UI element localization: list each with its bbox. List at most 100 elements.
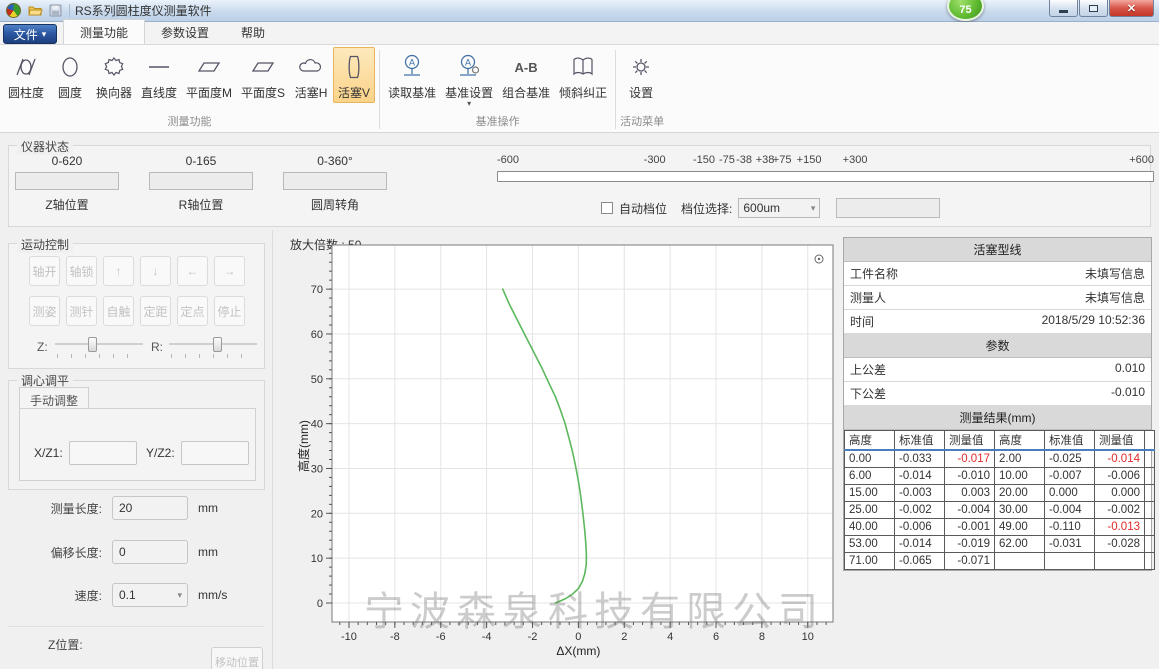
datum-settings-button[interactable]: A 基准设置 <box>441 47 497 108</box>
z-axis-status: 0-620 Z轴位置 <box>15 154 119 213</box>
svg-text:ΔX(mm): ΔX(mm) <box>556 644 600 658</box>
results-cell: 0.003 <box>945 484 995 501</box>
results-column-header: 测量值 <box>945 431 995 451</box>
motion-buttons-row1: 轴开 轴锁 ↑ ↓ ← → <box>29 256 245 286</box>
tab-parameter-settings[interactable]: 参数设置 <box>145 20 225 44</box>
yz2-label: Y/Z2: <box>146 446 175 460</box>
measure-length-label: 测量长度: <box>30 500 102 517</box>
read-datum-icon: A <box>399 50 425 84</box>
flatness-m-button[interactable]: 平面度M <box>182 47 236 103</box>
flatness-m-icon <box>195 50 223 84</box>
measure-length-row: 测量长度: mm <box>30 496 218 520</box>
restore-button[interactable] <box>1079 0 1108 17</box>
results-cell: 2.00 <box>995 450 1045 467</box>
move-up-button[interactable]: ↑ <box>103 256 134 286</box>
yz2-input[interactable] <box>181 441 249 465</box>
straightness-button[interactable]: 直线度 <box>137 47 181 103</box>
results-cell: -0.110 <box>1045 518 1095 535</box>
r-slider[interactable] <box>169 336 257 356</box>
cylindricity-button[interactable]: 圆柱度 <box>4 47 48 103</box>
close-button[interactable]: ✕ <box>1109 0 1154 17</box>
save-icon[interactable] <box>47 3 63 18</box>
window-title: RS系列圆柱度仪测量软件 <box>75 2 212 19</box>
tilt-correction-button[interactable]: 倾斜纠正 <box>555 47 611 108</box>
z-axis-position-input[interactable] <box>15 172 119 190</box>
z-slider-ticks <box>57 354 141 358</box>
lower-tolerance-value: -0.010 <box>1111 385 1145 402</box>
tab-measure-functions[interactable]: 测量功能 <box>63 19 145 44</box>
fixed-distance-button[interactable]: 定距 <box>140 296 171 326</box>
results-table-row[interactable]: 53.00-0.014-0.01962.00-0.031-0.028 <box>845 535 1155 552</box>
combined-datum-icon: A-B <box>515 50 538 84</box>
auto-gear-checkbox[interactable] <box>601 202 613 214</box>
move-right-button[interactable]: → <box>214 256 245 286</box>
motion-buttons-row2: 测姿 测针 自触 定距 定点 停止 <box>29 296 245 326</box>
read-datum-button[interactable]: A 读取基准 <box>384 47 440 108</box>
gear-value-input[interactable] <box>836 198 940 218</box>
leveling-group: 调心调平 手动调整 X/Z1: Y/Z2: <box>8 380 265 490</box>
move-down-button[interactable]: ↓ <box>140 256 171 286</box>
axis-lock-button[interactable]: 轴锁 <box>66 256 97 286</box>
open-file-icon[interactable] <box>27 3 43 18</box>
lower-tolerance-label: 下公差 <box>850 385 886 402</box>
move-position-button[interactable]: 移动位置 <box>211 647 263 669</box>
results-table-row[interactable]: 0.00-0.033-0.0172.00-0.025-0.014 <box>845 450 1155 467</box>
r-slider-thumb[interactable] <box>213 337 222 352</box>
svg-text:4: 4 <box>667 631 673 643</box>
tab-help[interactable]: 帮助 <box>225 20 281 44</box>
combined-datum-button[interactable]: A-B 组合基准 <box>498 47 554 108</box>
results-table-row[interactable]: 25.00-0.002-0.00430.00-0.004-0.002 <box>845 501 1155 518</box>
results-table-row[interactable]: 40.00-0.006-0.00149.00-0.110-0.013 <box>845 518 1155 535</box>
workpiece-name-row: 工件名称 未填写信息 <box>844 262 1151 286</box>
file-menu-button[interactable]: 文件 <box>3 24 57 44</box>
menubar: 文件 测量功能 参数设置 帮助 <box>0 22 1159 45</box>
results-table-row[interactable]: 15.00-0.0030.00320.000.0000.000 <box>845 484 1155 501</box>
z-axis-range: 0-620 <box>15 154 119 168</box>
results-cell: -0.017 <box>945 450 995 467</box>
offset-length-input[interactable] <box>112 540 188 564</box>
axis-open-button[interactable]: 轴开 <box>29 256 60 286</box>
speed-select[interactable]: 0.1 <box>112 583 188 607</box>
settings-button[interactable]: 设置 <box>620 47 662 103</box>
measure-pose-button[interactable]: 测姿 <box>29 296 60 326</box>
rotation-status: 0-360° 圆周转角 <box>283 154 387 213</box>
piston-h-button[interactable]: 活塞H <box>290 47 332 103</box>
svg-text:-8: -8 <box>390 631 400 643</box>
piston-v-button[interactable]: 活塞V <box>333 47 375 103</box>
stop-button[interactable]: 停止 <box>214 296 245 326</box>
results-cell: -0.014 <box>1095 450 1145 467</box>
gear-select[interactable]: 600um <box>738 198 820 218</box>
speed-label: 速度: <box>30 587 102 604</box>
z-slider[interactable] <box>55 336 143 356</box>
svg-text:6: 6 <box>713 631 719 643</box>
results-table-row[interactable]: 6.00-0.014-0.01010.00-0.007-0.006 <box>845 467 1155 484</box>
xz1-input[interactable] <box>69 441 137 465</box>
upper-tolerance-row: 上公差 0.010 <box>844 358 1151 382</box>
fixed-point-button[interactable]: 定点 <box>177 296 208 326</box>
svg-text:10: 10 <box>311 553 323 565</box>
flatness-s-button[interactable]: 平面度S <box>237 47 289 103</box>
results-cell: 53.00 <box>845 535 895 552</box>
antivirus-score-badge[interactable]: 75 <box>947 0 984 21</box>
rotation-angle-input[interactable] <box>283 172 387 190</box>
roundness-button[interactable]: 圆度 <box>49 47 91 103</box>
divider <box>8 626 264 627</box>
meter-tick-label: +300 <box>843 154 868 166</box>
ribbon-separator <box>379 50 380 129</box>
measure-length-input[interactable] <box>112 496 188 520</box>
results-table-row[interactable]: 71.00-0.065-0.071 <box>845 552 1155 569</box>
ribbon-separator <box>615 50 616 129</box>
commutator-button[interactable]: 换向器 <box>92 47 136 103</box>
svg-text:30: 30 <box>311 463 323 475</box>
move-left-button[interactable]: ← <box>177 256 208 286</box>
results-column-header: 标准值 <box>895 431 945 451</box>
stylus-button[interactable]: 测针 <box>66 296 97 326</box>
auto-touch-button[interactable]: 自触 <box>103 296 134 326</box>
z-slider-thumb[interactable] <box>88 337 97 352</box>
svg-text:0: 0 <box>317 598 323 610</box>
minimize-button[interactable] <box>1049 0 1078 17</box>
results-cell: -0.007 <box>1045 467 1095 484</box>
r-axis-position-input[interactable] <box>149 172 253 190</box>
ribbon-group-label: 活动菜单 <box>620 111 664 132</box>
close-icon: ✕ <box>1127 2 1136 15</box>
